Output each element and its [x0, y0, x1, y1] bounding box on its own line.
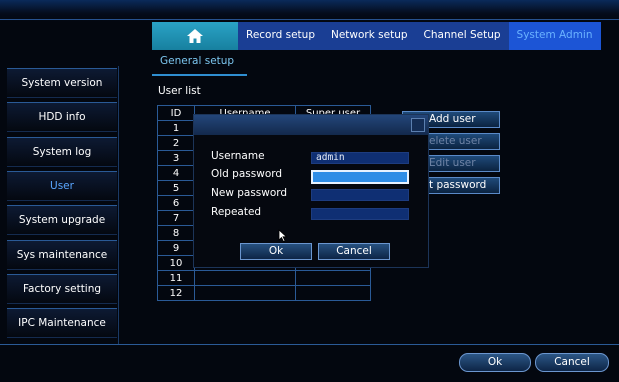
subtab-underline [152, 74, 247, 76]
tab-record-setup[interactable]: Record setup [238, 22, 323, 50]
id-cell: 11 [157, 270, 195, 286]
tab-network-setup[interactable]: Network setup [322, 22, 416, 50]
sidebar-item-user[interactable]: User [7, 171, 117, 201]
repeated-label: Repeated [211, 206, 262, 218]
change-password-dialog: Username admin Old password New password… [193, 114, 429, 268]
footer-ok-button[interactable]: Ok [459, 353, 531, 372]
sidebar-item-system-log[interactable]: System log [7, 137, 117, 167]
dialog-close-button[interactable] [411, 118, 425, 132]
table-row[interactable]: 11 [157, 270, 371, 286]
id-cell: 5 [157, 180, 195, 196]
user-list-title: User list [158, 85, 201, 97]
id-cell: 7 [157, 210, 195, 226]
dialog-title-bar [194, 115, 428, 135]
id-cell: 6 [157, 195, 195, 211]
id-cell: 1 [157, 120, 195, 136]
username-field: admin [311, 152, 409, 164]
sidebar-item-factory-setting[interactable]: Factory setting [7, 274, 117, 304]
mouse-cursor-icon [278, 229, 288, 243]
column-header-id: ID [157, 105, 195, 121]
dialog-ok-button[interactable]: Ok [240, 243, 312, 260]
tab-system-admin[interactable]: System Admin [508, 22, 601, 50]
sidebar-item-system-version[interactable]: System version [7, 68, 117, 98]
id-cell: 10 [157, 255, 195, 271]
id-cell: 2 [157, 135, 195, 151]
sidebar: System version HDD info System log User … [7, 66, 117, 344]
repeated-password-field[interactable] [311, 208, 409, 220]
main-tabs: Record setup Network setup Channel Setup… [152, 22, 601, 50]
id-cell: 9 [157, 240, 195, 256]
table-row[interactable]: 12 [157, 285, 371, 301]
id-cell: 3 [157, 150, 195, 166]
old-password-field[interactable] [311, 170, 409, 184]
tab-home[interactable] [152, 22, 238, 50]
top-bar [0, 0, 619, 22]
footer-divider [0, 344, 619, 345]
id-cell: 4 [157, 165, 195, 181]
sidebar-item-hdd-info[interactable]: HDD info [7, 102, 117, 132]
tab-channel-setup[interactable]: Channel Setup [415, 22, 509, 50]
subtab-general-setup[interactable]: General setup [160, 55, 234, 67]
new-password-field[interactable] [311, 189, 409, 201]
dialog-cancel-button[interactable]: Cancel [318, 243, 390, 260]
sidebar-divider [118, 66, 119, 344]
old-password-label: Old password [211, 168, 283, 180]
id-cell: 12 [157, 285, 195, 301]
home-icon [187, 29, 203, 43]
id-cell: 8 [157, 225, 195, 241]
footer-cancel-button[interactable]: Cancel [535, 353, 609, 372]
sidebar-item-system-upgrade[interactable]: System upgrade [7, 205, 117, 235]
sidebar-item-sys-maintenance[interactable]: Sys maintenance [7, 240, 117, 270]
new-password-label: New password [211, 187, 288, 199]
username-label: Username [211, 150, 265, 162]
sidebar-item-ipc-maintenance[interactable]: IPC Maintenance [7, 308, 117, 338]
